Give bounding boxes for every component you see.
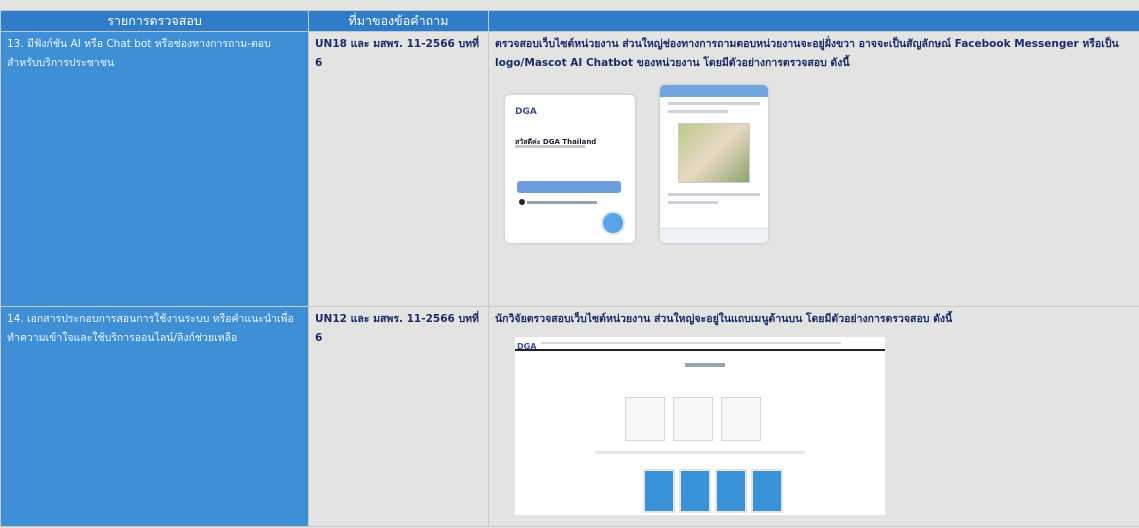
dga-logo: DGA [515,107,537,117]
chat-photo [678,123,750,183]
description-text: นักวิจัยตรวจสอบเว็บไซต์หน่วยงาน ส่วนใหญ่… [495,313,953,325]
document-page: รายการตรวจสอบ ที่มาของข้อคำถาม 13. มีฟัง… [0,0,1139,528]
header-source: ที่มาของข้อคำถาม [308,10,489,32]
placeholder-line [668,102,760,105]
chatbot-screenshot: DGA สวัสดีค่ะ DGA Thailand [505,85,768,245]
placeholder-line [541,342,841,344]
header-description [488,10,1139,32]
manual-cover-image [715,469,747,513]
chat-window-footer [660,228,768,243]
placeholder-line [668,193,760,196]
placeholder-line [685,363,725,367]
table-row: 13. มีฟังก์ชัน AI หรือ Chat bot หรือช่อง… [0,31,1139,307]
chat-window-header [660,85,768,97]
chat-start-button [517,181,621,193]
chat-window-card [660,85,768,243]
checklist-item: 13. มีฟังก์ชัน AI หรือ Chat bot หรือช่อง… [0,31,309,307]
manual-cover-image [679,469,711,513]
placeholder-line [595,451,805,454]
checklist-item: 14. เอกสารประกอบการสอนการใช้งานระบบ หรือ… [0,306,309,527]
table-row: 14. เอกสารประกอบการสอนการใช้งานระบบ หรือ… [0,306,1139,527]
header-checklist: รายการตรวจสอบ [0,10,309,32]
dga-logo: DGA [517,342,537,351]
description-cell: ตรวจสอบเว็บไซต์หน่วยงาน ส่วนใหญ่ช่องทางก… [488,31,1139,307]
placeholder-line [668,110,728,113]
content-card [673,397,713,441]
manual-cover-image [751,469,783,513]
chat-login-card: DGA สวัสดีค่ะ DGA Thailand [505,95,635,243]
placeholder-line [668,201,718,204]
website-menu-bar [515,337,885,351]
description-cell: นักวิจัยตรวจสอบเว็บไซต์หน่วยงาน ส่วนใหญ่… [488,306,1139,527]
table-header-row: รายการตรวจสอบ ที่มาของข้อคำถาม [0,10,1139,32]
content-card [721,397,761,441]
chat-greeting: สวัสดีค่ะ DGA Thailand [515,138,597,146]
placeholder-line [515,145,585,148]
bullet-icon [519,199,525,205]
description-text: ตรวจสอบเว็บไซต์หน่วยงาน ส่วนใหญ่ช่องทางก… [495,38,1119,69]
content-card [625,397,665,441]
website-screenshot: DGA [515,337,885,515]
placeholder-line [527,201,597,204]
source-cell: UN12 และ มสพร. 11-2566 บทที่ 6 [308,306,489,527]
manual-cover-image [643,469,675,513]
audit-table: รายการตรวจสอบ ที่มาของข้อคำถาม 13. มีฟัง… [0,10,1139,527]
source-cell: UN18 และ มสพร. 11-2566 บทที่ 6 [308,31,489,307]
chatbot-icon [601,211,625,235]
